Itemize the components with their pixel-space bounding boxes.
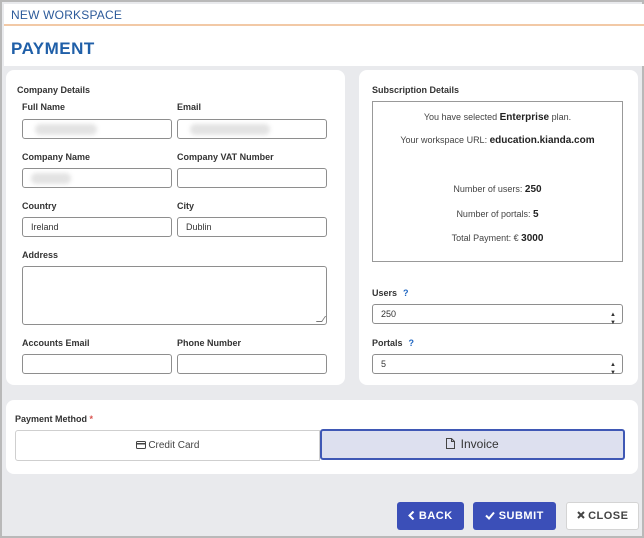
total-payment-line: Total Payment: € 3000 — [373, 233, 622, 244]
total-payment-label: Total Payment: € — [451, 233, 519, 243]
total-payment: 3000 — [521, 233, 544, 244]
company-name-field[interactable] — [22, 168, 172, 188]
users-value: 250 — [381, 309, 397, 319]
full-name-field[interactable] — [22, 119, 172, 139]
full-name-label: Full Name — [22, 102, 66, 112]
payment-method-card: Payment Method * Credit Card Invoice — [6, 400, 638, 474]
credit-card-option[interactable]: Credit Card — [15, 430, 320, 461]
caret-down-icon[interactable]: ▼ — [610, 314, 616, 332]
submit-button-label: SUBMIT — [498, 510, 544, 522]
vat-number-label: Company VAT Number — [177, 152, 274, 162]
workspace-window: NEW WORKSPACE PAYMENT Company Details Fu… — [0, 0, 644, 538]
redacted-value — [190, 124, 270, 135]
users-spinner[interactable]: ▲ ▼ — [606, 305, 622, 326]
portals-label-text: Portals — [372, 338, 403, 348]
city-label: City — [177, 201, 195, 211]
payment-method-label-text: Payment Method — [15, 414, 88, 424]
company-name-label: Company Name — [22, 152, 91, 162]
subscription-summary: You have selected Enterprise plan. Your … — [372, 101, 623, 262]
email-field[interactable] — [177, 119, 327, 139]
workspace-url: education.kianda.com — [489, 135, 595, 146]
city-field[interactable]: Dublin — [177, 217, 327, 237]
help-icon[interactable]: ? — [409, 338, 415, 348]
window-title: NEW WORKSPACE — [11, 8, 123, 22]
redacted-value — [31, 173, 71, 184]
required-marker: * — [89, 414, 94, 424]
address-field[interactable] — [22, 266, 327, 325]
invoice-label: Invoice — [460, 437, 499, 451]
company-details-card: Company Details Full Name Email Company … — [6, 70, 345, 385]
plan-name: Enterprise — [499, 112, 550, 123]
workspace-url-label: Your workspace URL: — [400, 135, 488, 145]
close-button[interactable]: CLOSE — [566, 502, 639, 530]
chevron-left-icon — [408, 510, 415, 521]
country-field[interactable]: Ireland — [22, 217, 172, 237]
portals-spinner[interactable]: ▲ ▼ — [606, 355, 622, 376]
title-bar: NEW WORKSPACE — [4, 4, 644, 26]
page-header: PAYMENT — [4, 26, 644, 66]
accounts-email-field[interactable] — [22, 354, 172, 374]
check-icon — [485, 511, 495, 520]
payment-method-label: Payment Method * — [15, 414, 93, 424]
help-icon[interactable]: ? — [403, 288, 409, 298]
caret-down-icon[interactable]: ▼ — [610, 364, 616, 382]
phone-number-field[interactable] — [177, 354, 327, 374]
users-count-line: Number of users: 250 — [373, 184, 622, 195]
back-button-label: BACK — [418, 510, 453, 522]
back-button[interactable]: BACK — [397, 502, 464, 530]
portals-count-line: Number of portals: 5 — [373, 209, 622, 220]
users-stepper[interactable]: 250 ▲ ▼ — [372, 304, 623, 326]
selected-plan-prefix: You have selected — [423, 112, 498, 122]
users-label: Users? — [372, 288, 409, 298]
subscription-details-card: Subscription Details You have selected E… — [359, 70, 638, 385]
subscription-details-title: Subscription Details — [372, 85, 460, 95]
portals-count: 5 — [532, 209, 539, 220]
users-count-label: Number of users: — [453, 184, 523, 194]
submit-button[interactable]: SUBMIT — [473, 502, 556, 530]
address-label: Address — [22, 250, 59, 260]
portals-stepper[interactable]: 5 ▲ ▼ — [372, 354, 623, 376]
close-button-label: CLOSE — [588, 510, 629, 522]
resize-handle-icon[interactable] — [315, 316, 327, 322]
redacted-value — [35, 124, 97, 135]
workspace-url-line: Your workspace URL: education.kianda.com — [373, 135, 622, 146]
accounts-email-label: Accounts Email — [22, 338, 90, 348]
portals-value: 5 — [381, 359, 387, 369]
selected-plan-line: You have selected Enterprise plan. — [373, 112, 622, 123]
document-icon — [446, 438, 456, 449]
selected-plan-suffix: plan. — [551, 112, 572, 122]
country-label: Country — [22, 201, 57, 211]
phone-number-label: Phone Number — [177, 338, 242, 348]
users-label-text: Users — [372, 288, 398, 298]
page-title: PAYMENT — [11, 39, 95, 58]
email-label: Email — [177, 102, 202, 112]
credit-card-label: Credit Card — [148, 440, 200, 451]
close-icon — [576, 511, 585, 519]
company-details-title: Company Details — [17, 85, 91, 95]
portals-label: Portals? — [372, 338, 414, 348]
users-count: 250 — [524, 184, 542, 195]
portals-count-label: Number of portals: — [456, 209, 531, 219]
credit-card-icon — [135, 441, 146, 449]
vat-number-field[interactable] — [177, 168, 327, 188]
invoice-option[interactable]: Invoice — [320, 429, 625, 460]
